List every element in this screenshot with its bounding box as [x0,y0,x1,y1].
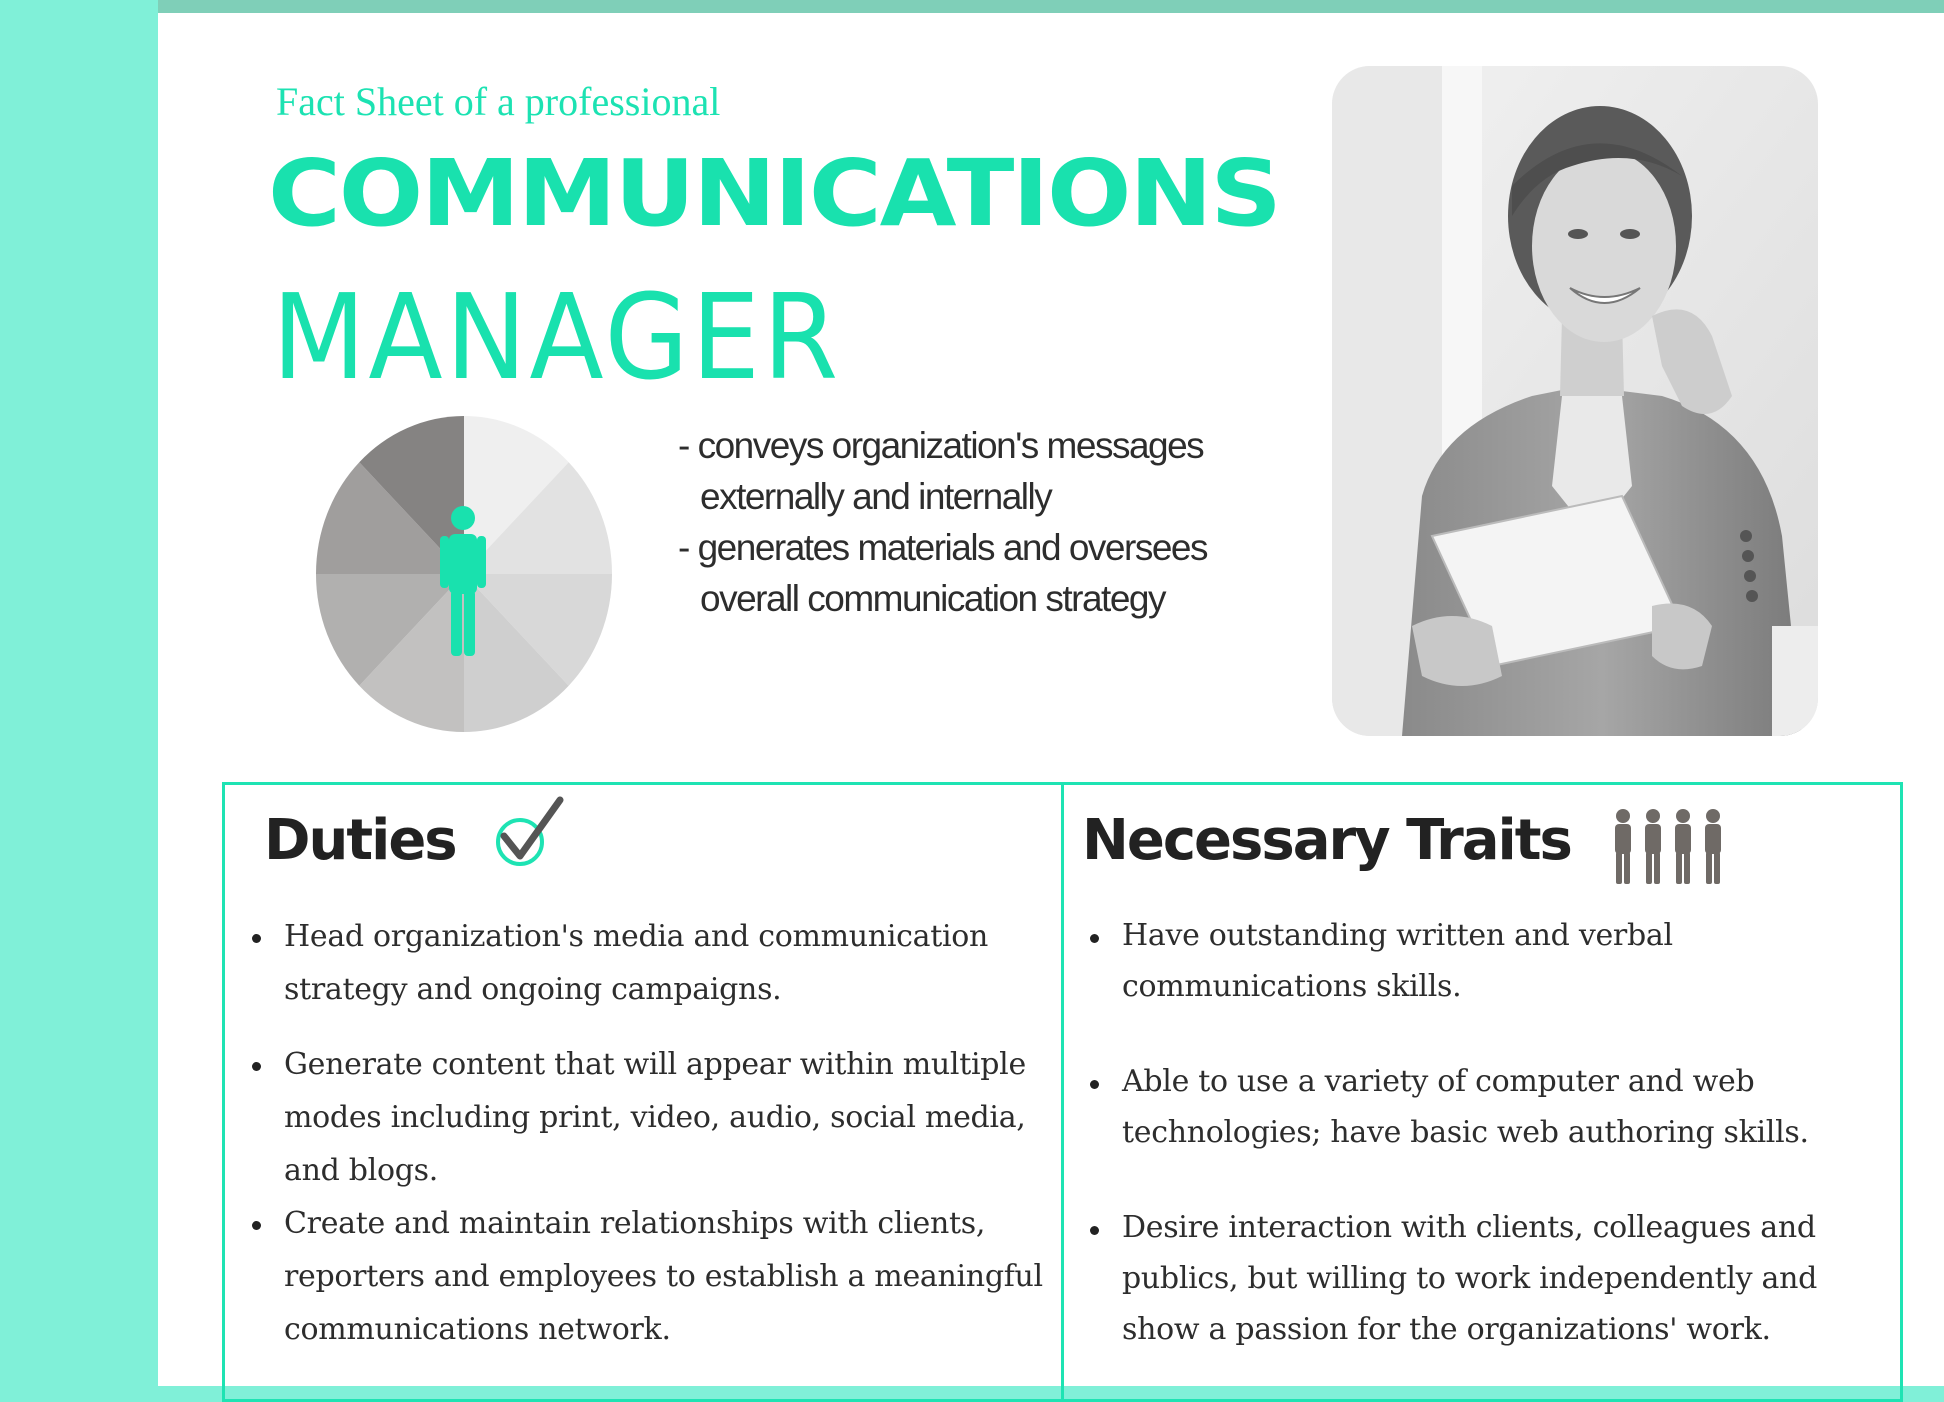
list-item: Desire interaction with clients, colleag… [1084,1202,1884,1355]
top-accent-strip [158,0,1944,13]
checkmark-icon [496,796,564,866]
title-line-1: COMMUNICATIONS [268,140,1282,247]
summary-item: - generates materials and oversees overa… [678,527,1208,619]
list-item: Able to use a variety of computer and we… [1084,1056,1884,1158]
role-summary: - conveys organization's messages extern… [678,420,1280,624]
duties-heading: Duties [264,808,458,873]
list-item: Create and maintain relationships with c… [246,1197,1056,1356]
traits-heading: Necessary Traits [1082,808,1573,873]
person-pie-icon [316,416,612,732]
people-icon [1615,809,1721,884]
title-line-2: MANAGER [272,268,841,406]
professional-woman-photo [1332,66,1818,736]
duties-list: Head organization's media and communicat… [246,910,1056,1356]
list-item: Generate content that will appear within… [246,1038,1056,1197]
list-item: Head organization's media and communicat… [246,910,1056,1016]
traits-list: Have outstanding written and verbal comm… [1084,910,1884,1355]
summary-item: - conveys organization's messages extern… [678,425,1205,517]
subtitle: Fact Sheet of a professional [276,79,721,124]
list-item: Have outstanding written and verbal comm… [1084,910,1884,1012]
